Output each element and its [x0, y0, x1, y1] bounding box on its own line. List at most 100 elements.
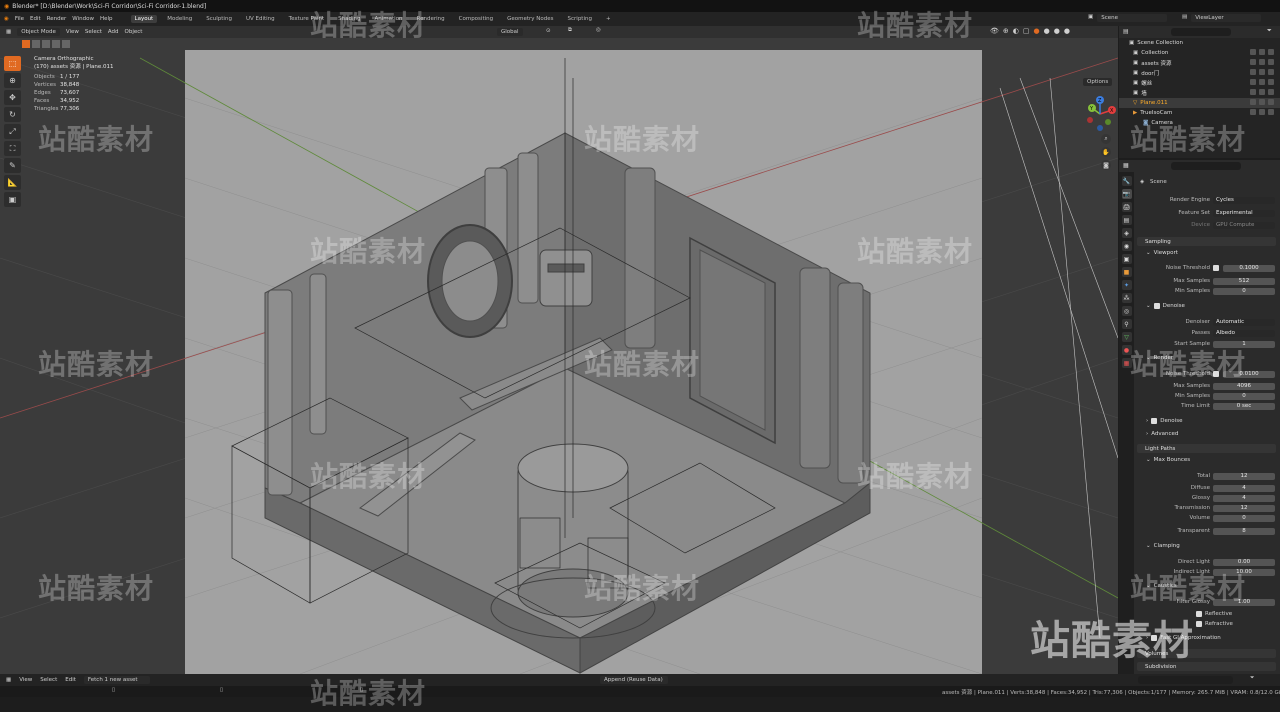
- measure-tool-icon[interactable]: 📐: [4, 175, 21, 190]
- transmission-field[interactable]: 12: [1213, 504, 1275, 512]
- menu-object[interactable]: Object: [125, 29, 143, 35]
- outliner-item-selected[interactable]: ▽ Plane.011: [1119, 98, 1280, 108]
- reflective-checkbox[interactable]: [1196, 611, 1202, 617]
- menu-render[interactable]: Render: [47, 16, 67, 22]
- section-subdivision[interactable]: Subdivision: [1137, 662, 1276, 671]
- view-layer-tab-icon[interactable]: ▤: [1121, 215, 1132, 225]
- denoise-checkbox[interactable]: [1153, 303, 1160, 309]
- outliner-item[interactable]: ▣ assets 资源: [1119, 58, 1280, 68]
- section-volumes[interactable]: Volumes: [1137, 649, 1276, 658]
- indirect-light-field[interactable]: 10.00: [1213, 568, 1275, 576]
- add-cube-tool-icon[interactable]: ▣: [4, 192, 21, 207]
- menu-window[interactable]: Window: [72, 16, 94, 22]
- section-light-paths[interactable]: Light Paths: [1137, 444, 1276, 453]
- filter-icon[interactable]: ⏷: [1267, 27, 1272, 35]
- material-tab-icon[interactable]: ●: [1121, 345, 1132, 355]
- volume-field[interactable]: 0: [1213, 514, 1275, 522]
- zoom-icon[interactable]: ⌕: [1101, 134, 1111, 144]
- outliner-item[interactable]: ▣ door门: [1119, 68, 1280, 78]
- vp-min-samples-field[interactable]: 0: [1213, 287, 1275, 295]
- transparent-field[interactable]: 8: [1213, 527, 1275, 535]
- annotate-tool-icon[interactable]: ✎: [4, 158, 21, 173]
- rotate-tool-icon[interactable]: ↻: [4, 107, 21, 122]
- render-engine-dropdown[interactable]: Cycles: [1213, 196, 1275, 204]
- menu-edit[interactable]: Edit: [65, 677, 76, 683]
- import-method-dropdown[interactable]: Append (Reuse Data): [600, 676, 668, 684]
- xray-icon[interactable]: ▢: [1023, 27, 1030, 35]
- vp-noise-threshold-checkbox[interactable]: [1213, 265, 1219, 271]
- tab-animation[interactable]: Animation: [370, 15, 406, 23]
- fast-gi-toggle[interactable]: › Fast GI Approximation: [1146, 635, 1221, 641]
- overlay-icon[interactable]: ◐: [1013, 27, 1019, 35]
- output-tab-icon[interactable]: 🖨: [1121, 202, 1132, 212]
- scene-tab-icon[interactable]: ◈: [1121, 228, 1132, 238]
- time-limit-field[interactable]: 0 sec: [1213, 402, 1275, 410]
- tab-rendering[interactable]: Rendering: [413, 15, 449, 23]
- outliner-item[interactable]: ▣ 螺丝: [1119, 78, 1280, 88]
- filter-icon[interactable]: ⏷: [1250, 675, 1254, 682]
- vp-denoise-toggle[interactable]: ⌄ Denoise: [1146, 303, 1185, 309]
- tab-uv-editing[interactable]: UV Editing: [242, 15, 279, 23]
- r-noise-threshold-field[interactable]: 0.0100: [1223, 370, 1275, 378]
- subsection-render[interactable]: ⌄ Render: [1146, 355, 1173, 361]
- r-max-samples-field[interactable]: 4096: [1213, 382, 1275, 390]
- tab-shading[interactable]: Shading: [334, 15, 364, 23]
- outliner-editor-icon[interactable]: ▤: [1123, 28, 1129, 35]
- transform-orientation-selector[interactable]: Global: [497, 28, 523, 36]
- outliner-item[interactable]: ▣ 墙: [1119, 88, 1280, 98]
- fast-gi-checkbox[interactable]: [1151, 635, 1158, 641]
- scale-tool-icon[interactable]: ⤢: [4, 124, 21, 139]
- cursor-tool-icon[interactable]: ⊕: [4, 73, 21, 88]
- menu-view[interactable]: View: [66, 29, 79, 35]
- subsection-max-bounces[interactable]: ⌄ Max Bounces: [1146, 457, 1190, 463]
- r-denoise-toggle[interactable]: › Denoise: [1146, 418, 1182, 424]
- select-subtract-icon[interactable]: [42, 40, 50, 48]
- shading-solid-icon[interactable]: ●: [1044, 27, 1050, 35]
- direct-light-field[interactable]: 0.00: [1213, 558, 1275, 566]
- subsection-clamping[interactable]: ⌄ Clamping: [1146, 543, 1180, 549]
- mode-selector[interactable]: Object Mode: [17, 28, 60, 36]
- device-dropdown[interactable]: GPU Compute: [1213, 221, 1275, 229]
- total-field[interactable]: 12: [1213, 472, 1275, 480]
- transform-tool-icon[interactable]: ⛶: [4, 141, 21, 156]
- tab-layout[interactable]: Layout: [130, 15, 158, 23]
- constraints-tab-icon[interactable]: ⚲: [1121, 319, 1132, 329]
- glossy-field[interactable]: 4: [1213, 494, 1275, 502]
- subsection-viewport[interactable]: ⌄ Viewport: [1146, 250, 1178, 256]
- world-tab-icon[interactable]: ◉: [1121, 241, 1132, 251]
- select-intersect-icon[interactable]: [62, 40, 70, 48]
- vp-max-samples-field[interactable]: 512: [1213, 277, 1275, 285]
- properties-editor-icon[interactable]: ▦: [1123, 162, 1129, 169]
- menu-select[interactable]: Select: [40, 677, 57, 683]
- select-invert-icon[interactable]: [52, 40, 60, 48]
- denoise-checkbox[interactable]: [1151, 418, 1158, 424]
- passes-dropdown[interactable]: Albedo: [1213, 329, 1275, 337]
- subsection-advanced[interactable]: › Advanced: [1146, 431, 1178, 437]
- 3d-viewport[interactable]: Options X Y Z ⌕ ✋ ◙: [0, 38, 1118, 674]
- data-tab-icon[interactable]: ▽: [1121, 332, 1132, 342]
- vp-noise-threshold-field[interactable]: 0.1000: [1223, 264, 1275, 272]
- modifier-tab-icon[interactable]: ✦: [1121, 280, 1132, 290]
- outliner-scene-collection[interactable]: ▣ Scene Collection: [1119, 38, 1280, 48]
- tab-geometry-nodes[interactable]: Geometry Nodes: [503, 15, 557, 23]
- select-box-tool-icon[interactable]: ⬚: [4, 56, 21, 71]
- menu-view[interactable]: View: [19, 677, 32, 683]
- tab-scripting[interactable]: Scripting: [564, 15, 596, 23]
- scene-selector[interactable]: Scene: [1097, 14, 1168, 22]
- start-sample-field[interactable]: 1: [1213, 340, 1275, 348]
- tab-texture-paint[interactable]: Texture Paint: [285, 15, 329, 23]
- feature-set-dropdown[interactable]: Experimental: [1213, 209, 1275, 217]
- menu-help[interactable]: Help: [100, 16, 113, 22]
- properties-search-input[interactable]: [1171, 162, 1241, 170]
- refractive-checkbox[interactable]: [1196, 621, 1202, 627]
- gizmo-toggle-icon[interactable]: ⊕: [1003, 27, 1009, 35]
- collection-tab-icon[interactable]: ▣: [1121, 254, 1132, 264]
- move-tool-icon[interactable]: ✥: [4, 90, 21, 105]
- snap-icon[interactable]: ⧉: [568, 27, 572, 34]
- texture-tab-icon[interactable]: ▦: [1121, 358, 1132, 368]
- select-extend-icon[interactable]: [32, 40, 40, 48]
- options-button[interactable]: Options: [1083, 78, 1113, 86]
- physics-tab-icon[interactable]: ◎: [1121, 306, 1132, 316]
- filter-glossy-field[interactable]: 1.00: [1213, 598, 1275, 606]
- diffuse-field[interactable]: 4: [1213, 484, 1275, 492]
